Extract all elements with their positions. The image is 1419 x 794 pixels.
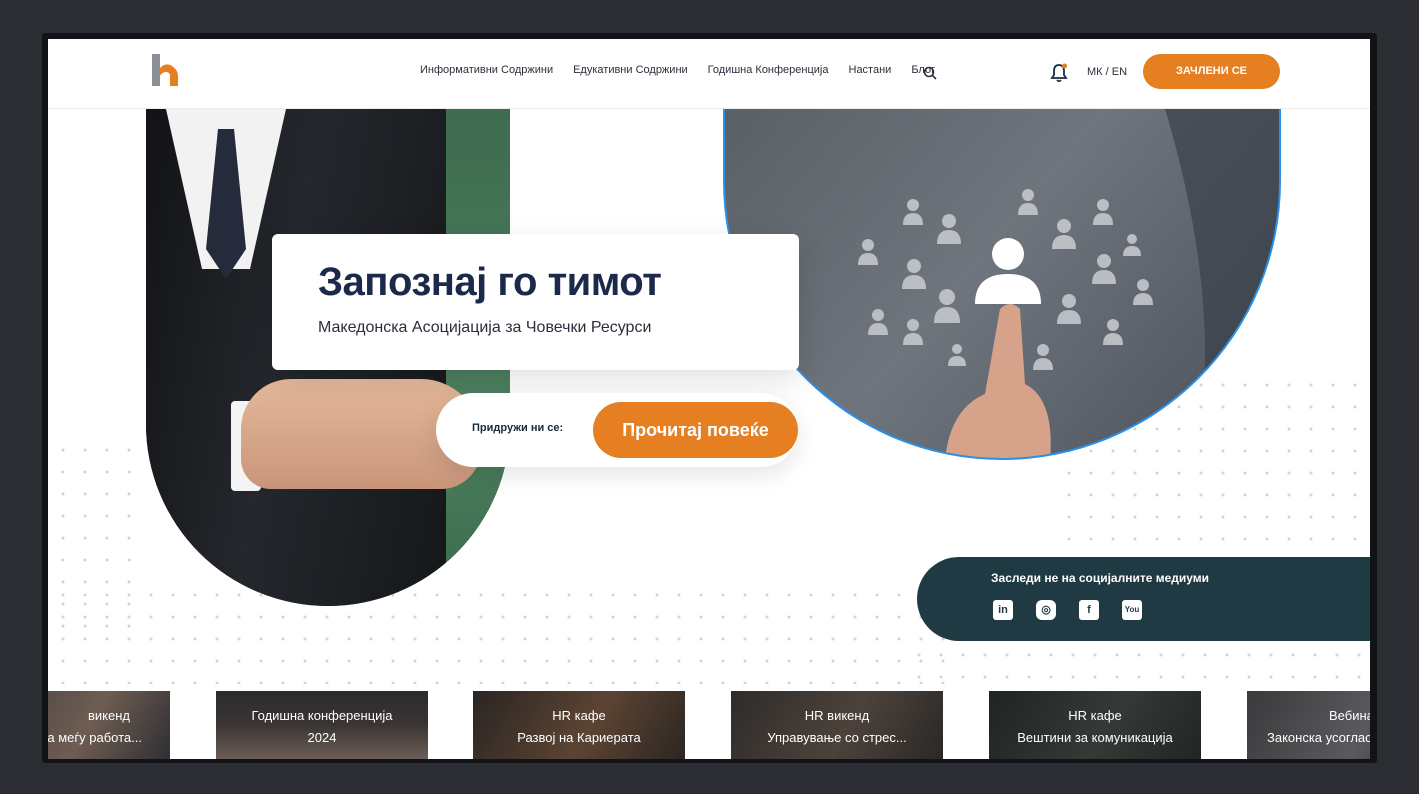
event-card-subtitle: Законска усоглас [1267,730,1370,745]
person-icon [1052,219,1076,249]
youtube-icon[interactable]: You [1122,600,1142,620]
search-icon[interactable] [923,66,937,80]
event-card-subtitle: Управување со стрес... [767,730,907,745]
event-cards-row: викенд а меѓу работа... Годишна конферен… [48,691,1370,759]
event-card-title: Вебина [1329,708,1370,723]
person-icon [934,289,960,323]
person-icon-highlighted [975,238,1041,304]
event-card-subtitle: а меѓу работа... [48,730,142,745]
event-card-subtitle: Вештини за комуникација [1017,730,1173,745]
person-icon [1057,294,1081,324]
person-icon [1133,279,1153,305]
event-card[interactable]: Годишна конференција 2024 [216,691,428,759]
person-icon [1103,319,1123,345]
nav-educational[interactable]: Едукативни Содржини [573,64,688,76]
event-card-subtitle: 2024 [307,730,337,745]
linkedin-icon[interactable]: in [993,600,1013,620]
pointing-hand [945,304,1051,458]
cta-pill: Придружи ни се: Прочитај повеќе [436,393,798,467]
person-icon [902,259,926,289]
person-icon [1123,234,1141,256]
cta-label: Придружи ни се: [472,422,564,434]
main-nav: Информативни Содржини Едукативни Содржин… [420,64,935,76]
logo-icon[interactable] [152,54,180,86]
person-icon [858,239,878,265]
person-icon [1092,254,1116,284]
hero-title: Запознај го тимот [318,260,662,304]
person-icon [937,214,961,244]
event-card[interactable]: HR кафе Вештини за комуникација [989,691,1201,759]
event-card-title: HR викенд [804,708,870,723]
event-card-title: HR кафе [552,708,606,723]
language-switcher[interactable]: МК / EN [1087,66,1127,78]
person-icon [1018,189,1038,215]
person-icon [903,319,923,345]
event-card-title: викенд [88,708,130,723]
event-card[interactable]: HR кафе Развој на Кариерата [473,691,685,759]
social-panel: Заследи не на социјалните медиуми in ◎ f… [917,557,1370,641]
hero-subtitle: Македонска Асоцијација за Човечки Ресурс… [318,319,652,336]
bell-icon[interactable] [1050,63,1068,83]
event-card-title: HR кафе [1068,708,1122,723]
person-icon [1093,199,1113,225]
person-icon [948,344,966,366]
event-card[interactable]: HR викенд Управување со стрес... [731,691,943,759]
browser-viewport: Информативни Содржини Едукативни Содржин… [48,39,1370,759]
read-more-button[interactable]: Прочитај повеќе [593,402,798,458]
site-header: Информативни Содржини Едукативни Содржин… [48,39,1370,109]
event-card[interactable]: Вебина Законска усоглас [1247,691,1370,759]
social-title: Заследи не на социјалните медиуми [991,571,1210,585]
hero-title-card: Запознај го тимот Македонска Асоцијација… [272,234,799,370]
instagram-icon[interactable]: ◎ [1036,600,1056,620]
person-icon [868,309,888,335]
nav-events[interactable]: Настани [849,64,892,76]
facebook-icon[interactable]: f [1079,600,1099,620]
join-button[interactable]: ЗАЧЛЕНИ СЕ [1143,54,1280,89]
event-card-subtitle: Развој на Кариерата [517,730,641,745]
person-icon [903,199,923,225]
nav-conference[interactable]: Годишна Конференција [708,64,829,76]
nav-informative[interactable]: Информативни Содржини [420,64,553,76]
person-icon [1033,344,1053,370]
event-card-title: Годишна конференција [251,708,393,723]
dot-pattern-right-bottom [908,644,1370,689]
event-card[interactable]: викенд а меѓу работа... [48,691,170,759]
